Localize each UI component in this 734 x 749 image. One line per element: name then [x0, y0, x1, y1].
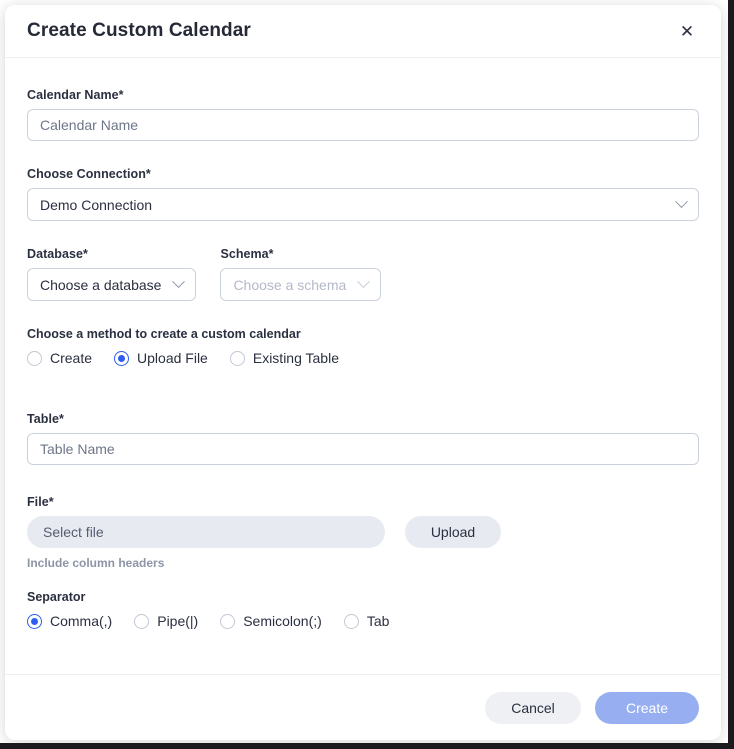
database-label: Database*	[27, 247, 196, 261]
upload-button[interactable]: Upload	[405, 516, 501, 548]
separator-radio-semicolon[interactable]: Semicolon(;)	[220, 613, 322, 629]
database-schema-row: Database* Choose a database Schema* Choo…	[27, 247, 699, 301]
close-icon[interactable]: ✕	[674, 18, 700, 44]
database-select[interactable]: Choose a database	[27, 268, 196, 301]
table-field: Table*	[27, 412, 699, 465]
method-radio-create[interactable]: Create	[27, 350, 92, 366]
connection-field: Choose Connection* Demo Connection	[27, 167, 699, 221]
schema-field: Schema* Choose a schema	[220, 247, 381, 301]
file-field: File* Select file Upload Include column …	[27, 495, 699, 570]
radio-icon	[134, 614, 149, 629]
radio-icon	[230, 351, 245, 366]
separator-field: Separator Comma(,) Pipe(|) Semicolon(;)	[27, 590, 699, 629]
schema-select[interactable]: Choose a schema	[220, 268, 381, 301]
chevron-down-icon	[357, 275, 370, 288]
screen-edge-bottom	[0, 743, 734, 749]
method-field: Choose a method to create a custom calen…	[27, 327, 699, 366]
table-label: Table*	[27, 412, 699, 426]
method-radio-existing-table-label: Existing Table	[253, 350, 339, 366]
cancel-button[interactable]: Cancel	[485, 692, 581, 724]
create-custom-calendar-dialog: Create Custom Calendar ✕ Calendar Name* …	[5, 5, 721, 740]
select-file-text: Select file	[43, 524, 104, 540]
dialog-title: Create Custom Calendar	[27, 20, 251, 42]
radio-icon	[344, 614, 359, 629]
select-file-input[interactable]: Select file	[27, 516, 385, 548]
chevron-down-icon	[675, 195, 688, 208]
method-label: Choose a method to create a custom calen…	[27, 327, 699, 341]
separator-radio-comma[interactable]: Comma(,)	[27, 613, 112, 629]
dialog-body[interactable]: Calendar Name* Choose Connection* Demo C…	[5, 58, 721, 674]
dialog-footer: Cancel Create	[5, 674, 721, 740]
radio-icon	[27, 351, 42, 366]
connection-label: Choose Connection*	[27, 167, 699, 181]
include-column-headers-note: Include column headers	[27, 556, 699, 570]
radio-selected-icon	[27, 614, 42, 629]
separator-radio-pipe[interactable]: Pipe(|)	[134, 613, 198, 629]
chevron-down-icon	[173, 275, 186, 288]
screen-canvas: Create Custom Calendar ✕ Calendar Name* …	[0, 0, 734, 749]
separator-radio-comma-label: Comma(,)	[50, 613, 112, 629]
separator-radio-semicolon-label: Semicolon(;)	[243, 613, 322, 629]
file-row: Select file Upload	[27, 516, 699, 548]
radio-selected-icon	[114, 351, 129, 366]
radio-icon	[220, 614, 235, 629]
create-button[interactable]: Create	[595, 692, 699, 724]
method-radio-upload-file-label: Upload File	[137, 350, 208, 366]
database-value: Choose a database	[40, 277, 161, 293]
calendar-name-input[interactable]	[27, 109, 699, 141]
separator-radio-tab-label: Tab	[367, 613, 390, 629]
calendar-name-label: Calendar Name*	[27, 88, 699, 102]
dialog-header: Create Custom Calendar ✕	[5, 5, 721, 58]
method-radio-group: Create Upload File Existing Table	[27, 350, 699, 366]
table-name-input[interactable]	[27, 433, 699, 465]
separator-radio-tab[interactable]: Tab	[344, 613, 390, 629]
connection-value: Demo Connection	[40, 197, 152, 213]
separator-radio-pipe-label: Pipe(|)	[157, 613, 198, 629]
screen-edge-right	[728, 0, 734, 749]
file-label: File*	[27, 495, 699, 509]
database-field: Database* Choose a database	[27, 247, 196, 301]
schema-value: Choose a schema	[233, 277, 346, 293]
method-radio-create-label: Create	[50, 350, 92, 366]
calendar-name-field: Calendar Name*	[27, 88, 699, 141]
connection-select[interactable]: Demo Connection	[27, 188, 699, 221]
separator-label: Separator	[27, 590, 699, 604]
method-radio-existing-table[interactable]: Existing Table	[230, 350, 339, 366]
separator-radio-group: Comma(,) Pipe(|) Semicolon(;) Tab	[27, 613, 699, 629]
method-radio-upload-file[interactable]: Upload File	[114, 350, 208, 366]
schema-label: Schema*	[220, 247, 381, 261]
